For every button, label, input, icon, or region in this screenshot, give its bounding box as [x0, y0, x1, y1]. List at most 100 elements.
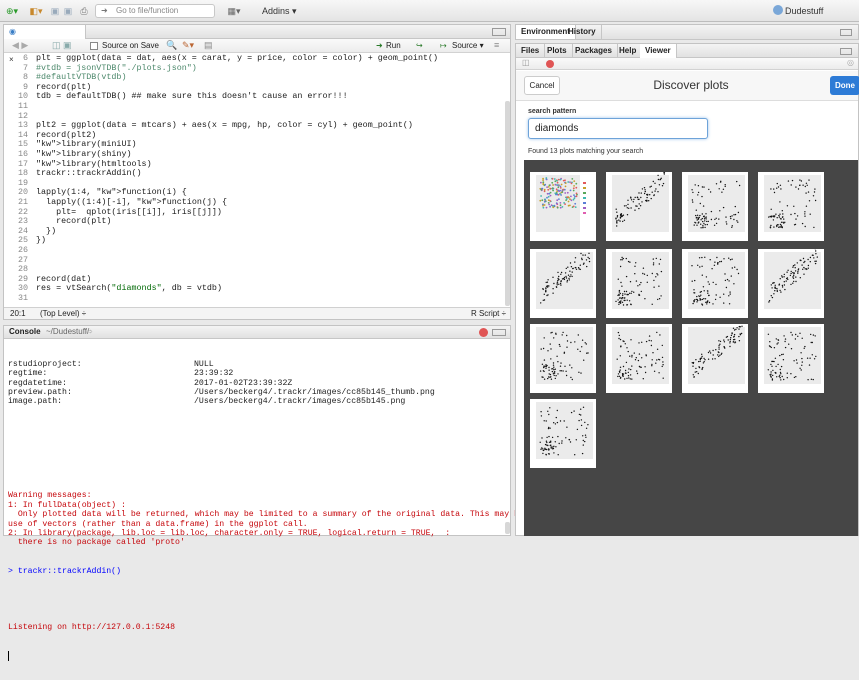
tab-history[interactable]: History — [563, 25, 602, 39]
plot-thumbnail[interactable] — [606, 324, 672, 393]
console-scrollbar[interactable] — [505, 522, 510, 534]
code-text: res = vtSearch("diamonds", db = vtdb) — [36, 284, 222, 294]
plot-thumbnail-image — [530, 249, 596, 318]
addins-menu[interactable]: Addins ▾ — [262, 4, 297, 18]
outline-icon[interactable]: ≡ — [494, 40, 499, 50]
plot-thumbnail-image — [530, 172, 596, 241]
workspace-panes-icon[interactable]: ▦▾ — [223, 4, 245, 18]
warning-line: Only plotted data will be returned, whic… — [8, 510, 508, 519]
warning-line: there is no package called 'proto' — [8, 538, 508, 547]
editor-tab[interactable]: ◉ recordrrstudiotest.R × — [4, 25, 86, 39]
viewer-pane: Files Plots Packages Help Viewer ◫ ◎ Can… — [515, 43, 859, 536]
save-all-icon[interactable]: ▣ — [63, 4, 73, 18]
maximize-icon[interactable] — [492, 28, 506, 36]
console-record: rstudioproject:NULLregtime:23:39:32regda… — [8, 360, 508, 407]
open-project-icon[interactable]: ◧▾ — [28, 4, 44, 18]
plot-thumbnail[interactable] — [758, 324, 824, 393]
plot-thumbnail[interactable] — [530, 399, 596, 468]
code-text: }) — [36, 236, 46, 246]
env-restore-icon[interactable] — [840, 29, 852, 36]
viewer-clear-icon[interactable]: ◫ — [522, 58, 530, 67]
warning-line: 2: In library(package, lib.loc = lib.loc… — [8, 529, 508, 538]
plot-thumbnail-image — [682, 249, 748, 318]
code-line: 24 }) — [4, 227, 502, 237]
plot-thumbnail[interactable] — [758, 172, 824, 241]
tab-packages[interactable]: Packages — [570, 44, 618, 58]
new-file-icon[interactable]: ⊕▾ — [4, 4, 20, 18]
viewer-stop-icon[interactable] — [546, 60, 554, 68]
goto-arrow-icon: ➜ — [101, 5, 108, 17]
go-to-directory-icon[interactable]: ⇨ — [86, 327, 93, 336]
code-line: 10tdb = defaultTDB() ## make sure this d… — [4, 92, 502, 102]
plot-thumbnail[interactable] — [530, 172, 596, 241]
tab-help[interactable]: Help — [614, 44, 642, 58]
code-line: 26 — [4, 246, 502, 256]
plot-thumbnail[interactable] — [606, 172, 672, 241]
environment-pane: Environment History — [515, 24, 859, 40]
field-value: 23:39:32 — [194, 369, 233, 378]
viewer-maximize-icon[interactable] — [840, 48, 852, 55]
go-to-file-input[interactable]: ➜ Go to file/function — [95, 4, 215, 18]
code-area[interactable]: 6plt = ggplot(data = dat, aes(x = carat,… — [4, 54, 504, 304]
back-arrow-icon[interactable]: ◀ ▶ — [12, 40, 28, 51]
compile-icon[interactable]: ▤ — [204, 40, 213, 51]
code-text: tdb = defaultTDB() ## make sure this doe… — [36, 92, 348, 102]
prompt-command: > trackr::trackrAddin() — [8, 567, 508, 576]
console-pane: Console ~/Dudestuff/ ⇨ rstudioproject:NU… — [3, 325, 511, 536]
rerun-icon[interactable]: ↪ — [416, 41, 423, 50]
source-button[interactable]: Source ▾ — [452, 41, 484, 50]
console-field: regtime:23:39:32 — [8, 369, 508, 378]
cancel-button[interactable]: Cancel — [524, 76, 560, 95]
field-value: /Users/beckerg4/.trackr/images/cc85b145.… — [194, 397, 405, 406]
console-maximize-icon[interactable] — [492, 329, 506, 336]
print-icon[interactable]: ⎙ — [78, 4, 90, 18]
env-tabbar: Environment History — [516, 25, 858, 40]
find-icon[interactable]: 🔍 — [166, 40, 177, 51]
plot-thumbnail[interactable] — [682, 172, 748, 241]
save-icon[interactable]: ▣ — [50, 4, 60, 18]
console-field: preview.path:/Users/beckerg4/.trackr/ima… — [8, 388, 508, 397]
code-text: trackr::trackrAddin() — [36, 169, 142, 179]
viewer-refresh-icon[interactable]: ◎ — [847, 58, 854, 67]
project-name[interactable]: Dudestuff — [785, 4, 823, 18]
plot-thumbnail-image — [606, 324, 672, 393]
console-field: regdatetime:2017-01-02T23:39:32Z — [8, 379, 508, 388]
tab-viewer[interactable]: Viewer — [640, 44, 677, 58]
tab-plots[interactable]: Plots — [542, 44, 573, 58]
plot-thumbnail[interactable] — [606, 249, 672, 318]
wand-icon[interactable]: ✎▾ — [182, 40, 194, 51]
plot-thumbnail-image — [606, 249, 672, 318]
plot-thumbnail[interactable] — [758, 249, 824, 318]
cursor-position: 20:1 — [10, 309, 26, 318]
dialog-title: Discover plots — [636, 78, 746, 92]
code-line: 23 record(plt) — [4, 217, 502, 227]
done-button[interactable]: Done — [830, 76, 859, 95]
search-label: search pattern — [528, 108, 576, 115]
files-tabbar: Files Plots Packages Help Viewer — [516, 44, 858, 58]
plot-gallery — [524, 160, 858, 536]
console-field: image.path:/Users/beckerg4/.trackr/image… — [8, 397, 508, 406]
line-number: 31 — [4, 294, 28, 304]
console-path: ~/Dudestuff/ — [46, 327, 89, 336]
plot-thumbnail-image — [530, 324, 596, 393]
viewer-toolbar: ◫ ◎ — [516, 58, 858, 70]
console-field: rstudioproject:NULL — [8, 360, 508, 369]
stop-icon[interactable] — [479, 328, 488, 337]
search-input[interactable]: diamonds — [528, 118, 708, 139]
show-in-window-icon[interactable]: ◫ ▣ — [52, 40, 72, 51]
source-arrow-icon: ↦ — [440, 41, 447, 50]
plot-thumbnail[interactable] — [530, 324, 596, 393]
scope-selector[interactable]: (Top Level) ÷ — [40, 309, 86, 318]
tab-files[interactable]: Files — [516, 44, 545, 58]
field-key: rstudioproject: — [8, 360, 82, 369]
plot-thumbnail[interactable] — [530, 249, 596, 318]
plot-thumbnail[interactable] — [682, 324, 748, 393]
source-on-save-checkbox[interactable] — [90, 42, 98, 50]
editor-scrollbar[interactable] — [505, 101, 510, 306]
run-button[interactable]: Run — [386, 41, 401, 50]
plot-thumbnail[interactable] — [682, 249, 748, 318]
run-arrow-icon: ➜ — [376, 41, 383, 50]
code-line: 18trackr::trackrAddin() — [4, 169, 502, 179]
file-type-selector[interactable]: R Script ÷ — [471, 309, 506, 318]
console-output[interactable]: rstudioproject:NULLregtime:23:39:32regda… — [8, 341, 508, 535]
